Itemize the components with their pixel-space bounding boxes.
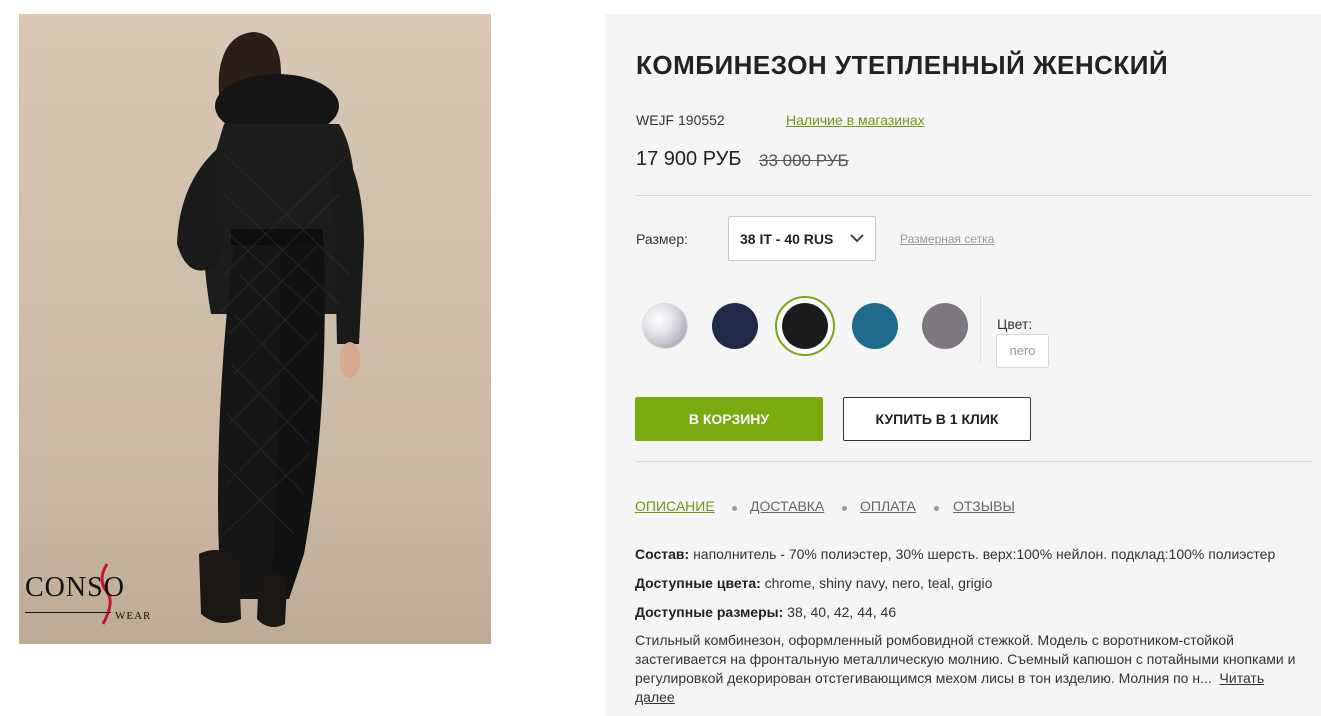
buy-one-click-button[interactable]: КУПИТЬ В 1 КЛИК: [843, 397, 1031, 441]
spec-composition-value: наполнитель - 70% полиэстер, 30% шерсть.…: [689, 546, 1276, 562]
spec-colors-value: chrome, shiny navy, nero, teal, grigio: [760, 575, 993, 591]
size-label: Размер:: [636, 231, 689, 247]
spec-composition-label: Состав:: [635, 546, 690, 562]
color-swatch-teal[interactable]: [852, 303, 898, 349]
chevron-down-icon: [850, 234, 864, 243]
size-chart-link[interactable]: Размерная сетка: [900, 232, 994, 246]
spec-sizes-value: 38, 40, 42, 44, 46: [783, 604, 897, 620]
old-price: 33 000 РУБ: [759, 151, 849, 170]
add-to-cart-button[interactable]: В КОРЗИНУ: [635, 397, 823, 441]
color-swatch-nero[interactable]: [782, 303, 828, 349]
tab-separator-dot: [732, 506, 737, 511]
color-swatch-chrome[interactable]: [642, 303, 688, 349]
divider: [636, 461, 1312, 462]
spec-composition: Состав: наполнитель - 70% полиэстер, 30%…: [635, 546, 1275, 562]
product-photo[interactable]: CONSO WEAR: [19, 14, 491, 644]
brand-logo-subtext: WEAR: [115, 610, 152, 622]
swatch-separator: [980, 297, 981, 363]
tab-separator-dot: [934, 506, 939, 511]
product-info-panel: КОМБИНЕЗОН УТЕПЛЕННЫЙ ЖЕНСКИЙ WEJF 19055…: [605, 14, 1321, 716]
brand-logo-line: [25, 612, 111, 613]
spec-sizes-label: Доступные размеры:: [635, 604, 784, 620]
tab-delivery[interactable]: ДОСТАВКА: [750, 498, 824, 514]
tab-separator-dot: [842, 506, 847, 511]
color-swatch-grigio[interactable]: [922, 303, 968, 349]
color-label: Цвет:: [997, 316, 1033, 332]
size-selected-value: 38 IT - 40 RUS: [740, 231, 834, 247]
selected-color-chip: nero: [996, 334, 1049, 368]
store-availability-link[interactable]: Наличие в магазинах: [786, 112, 925, 128]
spec-colors: Доступные цвета: chrome, shiny navy, ner…: [635, 575, 992, 591]
product-description: Стильный комбинезон, оформленный ромбови…: [635, 631, 1307, 707]
brand-logo: CONSO WEAR: [25, 562, 165, 632]
brand-logo-text: CONSO: [25, 572, 125, 603]
product-sku: WEJF 190552: [636, 112, 725, 128]
spec-colors-label: Доступные цвета:: [635, 575, 761, 591]
tab-payment[interactable]: ОПЛАТА: [860, 498, 916, 514]
color-swatch-shiny-navy[interactable]: [712, 303, 758, 349]
size-select[interactable]: 38 IT - 40 RUS: [728, 216, 876, 261]
tab-description[interactable]: ОПИСАНИЕ: [635, 498, 715, 514]
current-price: 17 900 РУБ: [636, 148, 742, 170]
product-title: КОМБИНЕЗОН УТЕПЛЕННЫЙ ЖЕНСКИЙ: [636, 50, 1169, 80]
divider: [636, 195, 1312, 196]
description-text: Стильный комбинезон, оформленный ромбови…: [635, 632, 1296, 686]
tab-reviews[interactable]: ОТЗЫВЫ: [953, 498, 1015, 514]
product-page: CONSO WEAR КОМБИНЕЗОН УТЕПЛЕННЫЙ ЖЕНСКИЙ…: [0, 0, 1321, 716]
spec-sizes: Доступные размеры: 38, 40, 42, 44, 46: [635, 604, 896, 620]
model-silhouette: [177, 32, 364, 628]
